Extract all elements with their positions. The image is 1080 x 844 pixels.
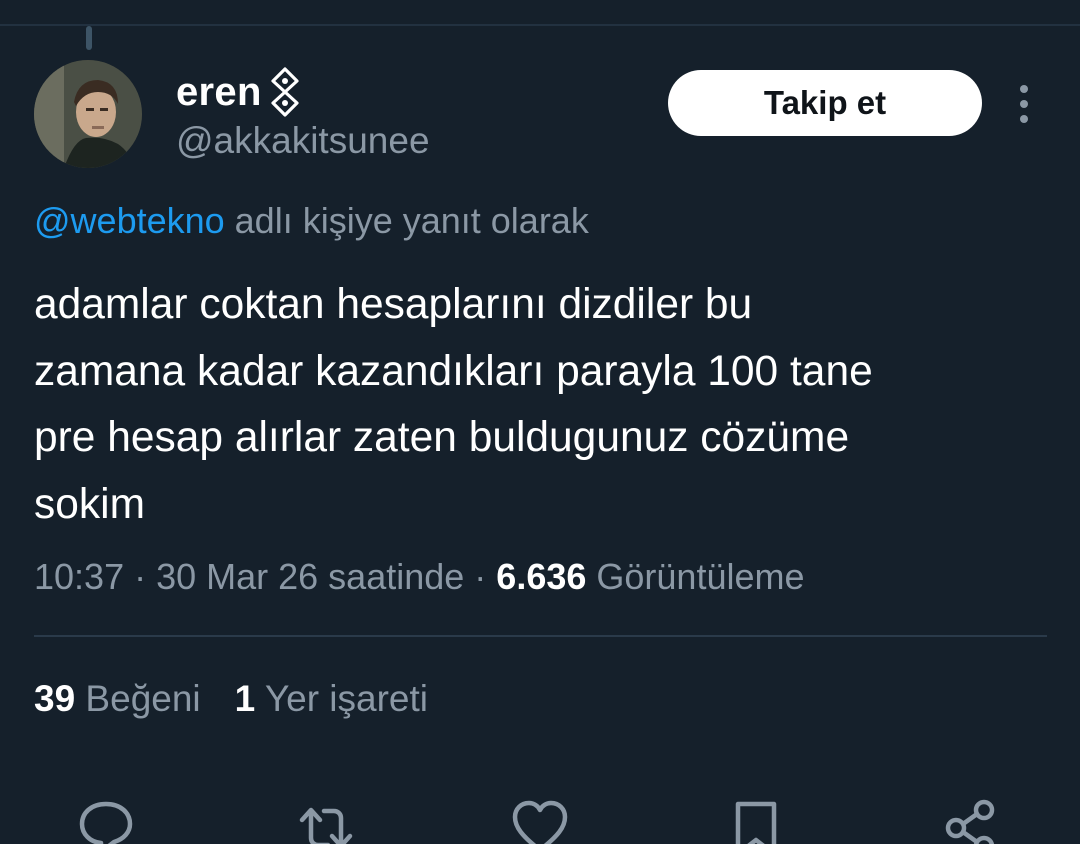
tweet-line: pre hesap alırlar zaten buldugunuz cözüm… [34,414,850,461]
bookmark-icon[interactable] [728,798,788,844]
bookmarks-count: 1 [234,678,256,719]
display-name-row[interactable]: eren [176,66,300,118]
name-symbol-icon [271,67,299,117]
bookmarks-label: Yer işareti [255,678,429,719]
more-vertical-icon[interactable] [1006,84,1042,124]
reply-icon[interactable] [76,798,136,844]
meta-separator: · [124,556,157,597]
action-bar [0,790,1080,844]
reply-context: @webtekno adlı kişiye yanıt olarak [34,200,589,242]
avatar-image [34,60,142,168]
share-icon[interactable] [940,798,1000,844]
thread-connector-line [86,26,92,50]
tweet-line: sokim [34,480,145,528]
bookmarks-stat[interactable]: 1 Yer işareti [235,678,428,720]
avatar[interactable] [34,60,142,168]
display-name[interactable]: eren [176,70,262,115]
views-label: Görüntüleme [586,556,805,597]
divider [34,635,1047,637]
tweet-line: zamana kadar kazandıkları parayla 100 ta… [34,347,873,395]
likes-stat[interactable]: 39 Beğeni [34,678,201,720]
likes-label: Beğeni [75,678,201,719]
meta-separator: · [464,556,497,597]
likes-count: 39 [34,678,76,719]
reply-mention-link[interactable]: @webtekno [34,200,225,241]
tweet-line: adamlar coktan hesaplarını dizdiler bu [34,281,753,328]
top-border [0,24,1080,26]
heart-icon[interactable] [510,798,570,844]
tweet-time[interactable]: 10:37 [34,556,124,597]
tweet-date[interactable]: 30 Mar 26 saatinde [156,556,464,597]
reply-context-text: adlı kişiye yanıt olarak [224,200,589,241]
views-count: 6.636 [496,556,587,597]
user-handle[interactable]: @akkakitsunee [176,120,430,162]
tweet-meta: 10:37 · 30 Mar 26 saatinde · 6.636 Görün… [34,556,805,598]
tweet-text: adamlar coktan hesaplarını dizdiler bu z… [34,272,1054,538]
tweet-detail-page: eren @akkakitsunee Takip et @webtekno ad… [0,0,1080,844]
follow-button[interactable]: Takip et [668,70,982,136]
retweet-icon[interactable] [296,798,356,844]
tweet-stats: 39 Beğeni 1 Yer işareti [34,678,428,720]
